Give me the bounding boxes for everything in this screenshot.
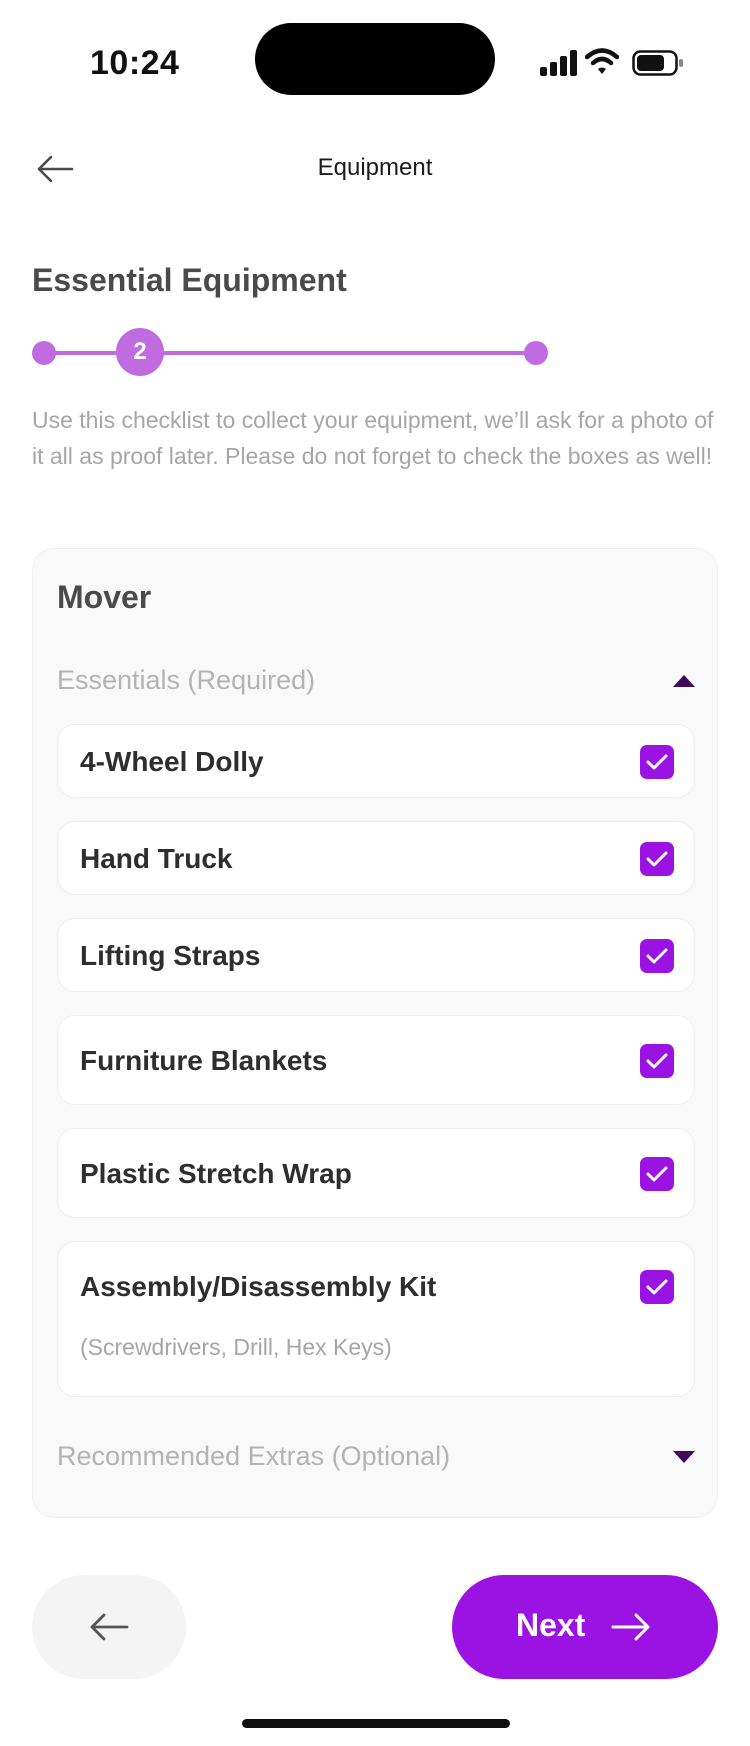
checklist-item-hand-truck[interactable]: Hand Truck	[57, 821, 695, 895]
instructions-text: Use this checklist to collect your equip…	[32, 407, 714, 469]
essentials-label: Essentials (Required)	[57, 665, 316, 695]
checklist-item-lifting-straps[interactable]: Lifting Straps	[57, 918, 695, 992]
extras-label: Recommended Extras (Optional)	[57, 1441, 451, 1471]
equipment-card: Mover Essentials (Required) 4-Wheel Doll…	[32, 548, 718, 1518]
page-title: Essential Equipment	[32, 262, 347, 298]
checkmark-icon	[646, 1166, 668, 1182]
next-button[interactable]: Next	[452, 1575, 718, 1679]
checkbox-checked[interactable]	[640, 745, 674, 779]
next-button-label: Next	[516, 1607, 586, 1643]
checkmark-icon	[646, 1053, 668, 1069]
checklist-item-assembly-kit[interactable]: Assembly/Disassembly Kit (Screwdrivers, …	[57, 1241, 695, 1397]
chevron-down-icon	[673, 1451, 695, 1463]
arrow-left-icon	[90, 1613, 129, 1641]
item-label: 4-Wheel Dolly	[80, 746, 264, 777]
stepper-step-1	[32, 341, 56, 365]
checkbox-checked[interactable]	[640, 842, 674, 876]
item-label: Assembly/Disassembly Kit	[80, 1271, 437, 1302]
dynamic-island	[255, 23, 495, 95]
checkbox-checked[interactable]	[640, 1044, 674, 1078]
checkbox-checked[interactable]	[640, 939, 674, 973]
status-bar: 10:24	[0, 0, 750, 120]
app-header: Equipment	[0, 140, 750, 200]
arrow-right-icon	[611, 1613, 650, 1641]
extras-section-header[interactable]: Recommended Extras (Optional)	[57, 1437, 697, 1477]
item-label: Furniture Blankets	[80, 1045, 328, 1076]
checkbox-checked[interactable]	[640, 1157, 674, 1191]
status-time: 10:24	[90, 44, 180, 82]
stepper-step-3	[524, 341, 548, 365]
checkmark-icon	[646, 1279, 668, 1295]
checklist-item-stretch-wrap[interactable]: Plastic Stretch Wrap	[57, 1128, 695, 1218]
item-label: Hand Truck	[80, 843, 233, 874]
previous-button[interactable]	[32, 1575, 186, 1679]
battery-icon	[632, 50, 683, 76]
item-note: (Screwdrivers, Drill, Hex Keys)	[80, 1334, 392, 1360]
progress-stepper: 2	[32, 328, 552, 378]
checkmark-icon	[646, 754, 668, 770]
header-title: Equipment	[317, 154, 433, 181]
stepper-current-step: 2	[116, 328, 164, 376]
checklist-item-furniture-blankets[interactable]: Furniture Blankets	[57, 1015, 695, 1105]
checkmark-icon	[646, 851, 668, 867]
checkbox-checked[interactable]	[640, 1270, 674, 1304]
chevron-up-icon	[673, 675, 695, 687]
home-indicator	[242, 1719, 510, 1728]
role-title: Mover	[57, 579, 152, 615]
essentials-section-header[interactable]: Essentials (Required)	[57, 661, 697, 701]
cellular-signal-icon	[540, 48, 577, 76]
item-label: Plastic Stretch Wrap	[80, 1158, 352, 1189]
checkmark-icon	[646, 948, 668, 964]
wifi-icon	[585, 48, 619, 74]
checklist-item-dolly[interactable]: 4-Wheel Dolly	[57, 724, 695, 798]
item-label: Lifting Straps	[80, 940, 261, 971]
